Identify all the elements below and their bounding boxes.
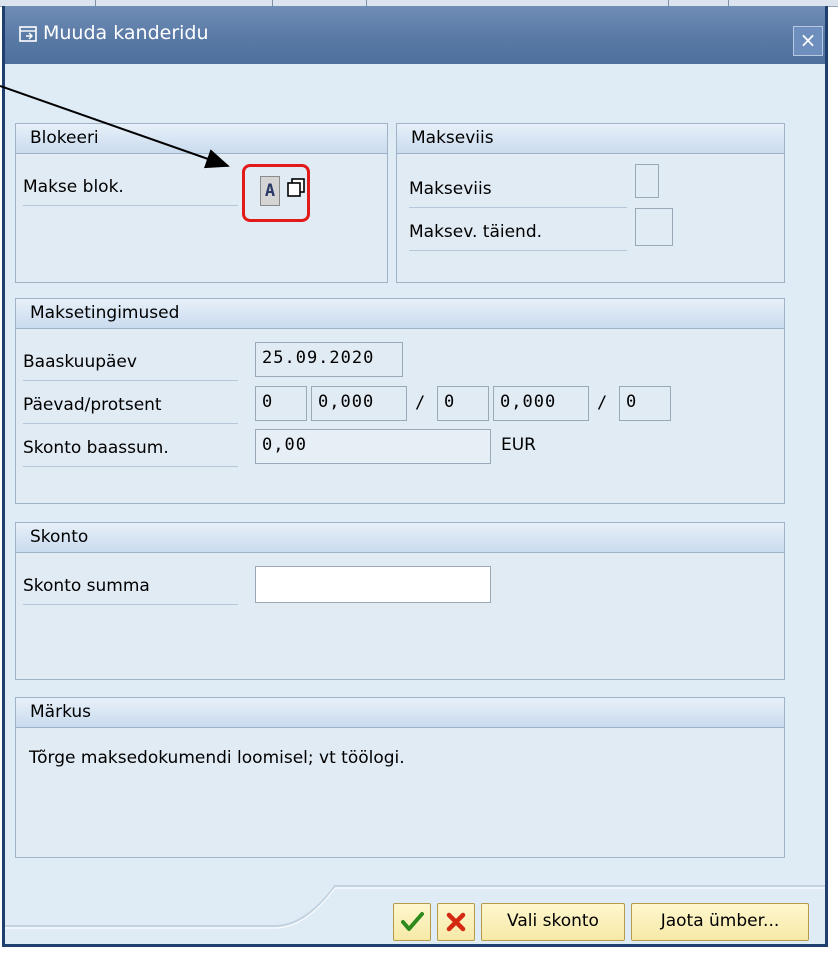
skonto-summa-label: Skonto summa [23, 576, 238, 605]
group-maksetingimused-title: Maksetingimused [30, 303, 180, 323]
edit-window-icon [19, 26, 37, 42]
group-skonto-header: Skonto [16, 523, 784, 553]
percent-field-2[interactable]: 0,000 [493, 386, 589, 421]
makse-blok-label: Makse blok. [23, 177, 238, 206]
close-icon: × [799, 28, 817, 52]
group-blokeeri-title: Blokeeri [30, 128, 99, 148]
group-markus-title: Märkus [30, 702, 92, 722]
vali-skonto-button[interactable]: Vali skonto [481, 903, 625, 941]
maksev-taiend-label: Maksev. täiend. [409, 222, 627, 251]
group-blokeeri-header: Blokeeri [16, 124, 387, 154]
days-field-3[interactable]: 0 [619, 386, 671, 421]
jaota-umber-button[interactable]: Jaota ümber... [631, 903, 809, 941]
days-field-2[interactable]: 0 [437, 386, 489, 421]
dialog-titlebar[interactable]: Muuda kanderidu × [5, 6, 825, 64]
check-icon [401, 912, 424, 931]
skonto-baassum-field[interactable]: 0,00 [255, 429, 491, 464]
baaskuupaev-field[interactable]: 25.09.2020 [255, 342, 403, 377]
group-makseviis-title: Makseviis [411, 128, 494, 148]
group-maksetingimused-header: Maksetingimused [16, 299, 784, 329]
makseviis-label: Makseviis [409, 179, 627, 208]
days-field-1[interactable]: 0 [255, 386, 307, 421]
cancel-button[interactable] [437, 903, 475, 941]
confirm-button[interactable] [393, 903, 431, 941]
group-makseviis-header: Makseviis [397, 124, 784, 154]
maksev-taiend-field[interactable] [635, 208, 673, 246]
percent-field-1[interactable]: 0,000 [311, 386, 407, 421]
slash-separator-1: / [415, 393, 426, 413]
paevad-protsent-label: Päevad/protsent [23, 395, 238, 424]
close-button[interactable]: × [793, 26, 823, 56]
slash-separator-2: / [597, 393, 608, 413]
group-markus: Märkus [15, 697, 785, 858]
currency-label: EUR [501, 435, 536, 455]
cancel-icon [446, 912, 466, 932]
dialog-muuda-kanderidu: Muuda kanderidu × Blokeeri Makse blok. A… [2, 6, 828, 947]
makseviis-field[interactable] [635, 164, 659, 198]
dialog-title: Muuda kanderidu [43, 22, 209, 44]
skonto-summa-input[interactable] [255, 566, 491, 603]
group-skonto-title: Skonto [30, 527, 89, 547]
markus-text: Tõrge maksedokumendi loomisel; vt töölog… [29, 748, 405, 768]
baaskuupaev-label: Baaskuupäev [23, 352, 238, 381]
skonto-baassum-label: Skonto baassum. [23, 438, 238, 467]
group-markus-header: Märkus [16, 698, 784, 728]
highlight-box [242, 164, 310, 222]
